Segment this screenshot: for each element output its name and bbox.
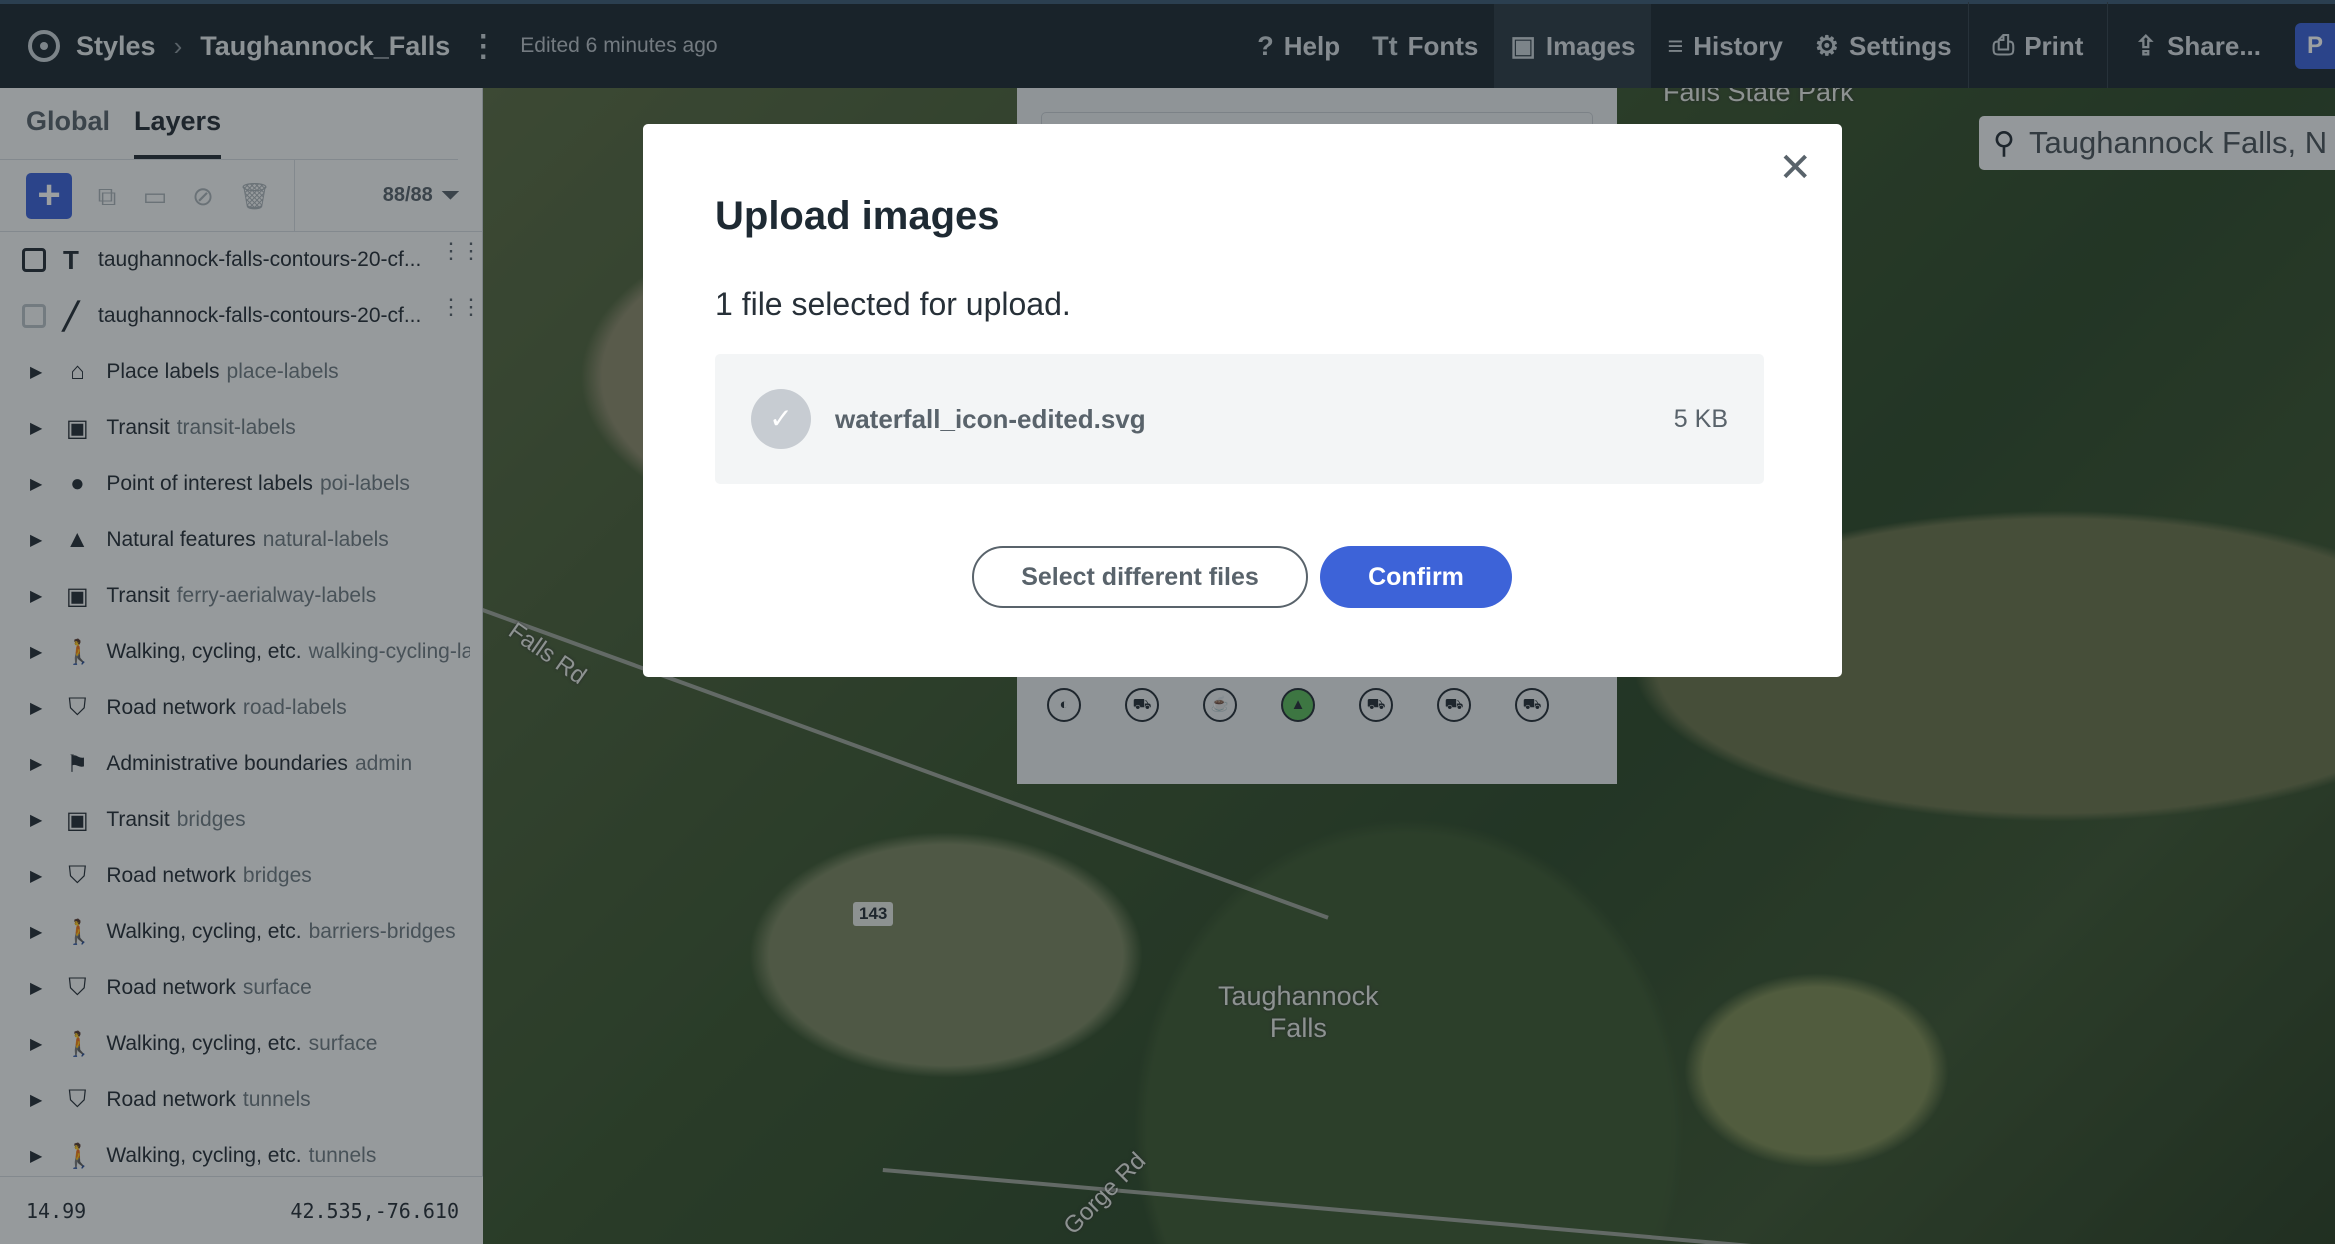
upload-images-dialog: ✕ Upload images 1 file selected for uplo… — [643, 124, 1842, 677]
close-icon[interactable]: ✕ — [1778, 148, 1812, 188]
confirm-button[interactable]: Confirm — [1320, 546, 1512, 608]
dialog-title: Upload images — [715, 194, 1000, 238]
check-icon: ✓ — [751, 389, 811, 449]
dialog-subtitle: 1 file selected for upload. — [715, 286, 1071, 322]
file-item: ✓ waterfall_icon-edited.svg 5 KB — [715, 354, 1764, 484]
file-size: 5 KB — [1673, 404, 1728, 433]
file-name: waterfall_icon-edited.svg — [835, 403, 1146, 434]
select-different-files-button[interactable]: Select different files — [972, 546, 1308, 608]
